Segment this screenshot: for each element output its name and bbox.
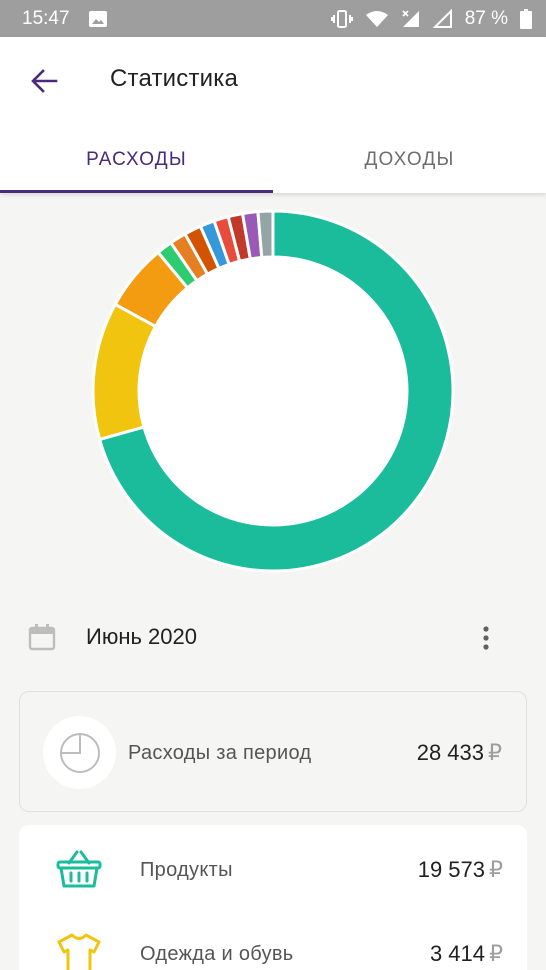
donut-slice-11[interactable]: [256, 209, 275, 260]
pie-chart-icon: [59, 732, 100, 773]
vibrate-icon: [330, 9, 353, 29]
wifi-icon: [365, 10, 389, 28]
donut-center: [140, 258, 406, 524]
image-notification-icon: [88, 10, 108, 28]
calendar-icon: [28, 623, 56, 656]
page-title: Статистика: [110, 65, 239, 92]
signal-off-icon: [401, 9, 421, 29]
category-currency: ₽: [489, 941, 503, 966]
category-amount: 3 414 ₽: [430, 941, 503, 967]
signal-icon: [432, 8, 453, 29]
tab-bar: РАСХОДЫ ДОХОДЫ: [0, 127, 546, 193]
period-selector[interactable]: Июнь 2020: [0, 606, 546, 668]
status-time: 15:47: [22, 7, 70, 29]
expenses-donut-chart: [0, 193, 546, 593]
tab-expenses-label: РАСХОДЫ: [86, 149, 187, 170]
category-label: Одежда и обувь: [140, 943, 294, 965]
tab-income-label: ДОХОДЫ: [364, 149, 455, 170]
total-amount: 28 433 ₽: [417, 740, 502, 766]
period-label: Июнь 2020: [86, 624, 197, 649]
tab-indicator: [0, 190, 273, 193]
basket-icon: [53, 847, 105, 891]
more-vert-icon: [483, 626, 489, 650]
tab-expenses[interactable]: РАСХОДЫ: [0, 127, 273, 193]
more-options-button[interactable]: [470, 620, 502, 656]
battery-icon: [520, 8, 532, 29]
total-amount-value: 28 433: [416, 740, 484, 765]
list-item[interactable]: Одежда и обувь 3 414 ₽: [19, 913, 527, 970]
category-list: Продукты 19 573 ₽ Одежда и обувь 3 414 ₽: [19, 825, 527, 970]
back-button[interactable]: [24, 61, 64, 101]
category-currency: ₽: [489, 857, 503, 882]
total-label: Расходы за период: [128, 742, 312, 764]
total-icon-circle: [43, 716, 116, 789]
category-amount: 19 573 ₽: [418, 857, 503, 883]
battery-percent: 87 %: [464, 7, 508, 29]
app-bar: Статистика РАСХОДЫ ДОХОДЫ: [0, 37, 546, 193]
tab-income[interactable]: ДОХОДЫ: [273, 127, 546, 193]
category-label: Продукты: [140, 859, 233, 881]
donut-svg: [91, 209, 455, 573]
status-bar: 15:47 87 %: [0, 0, 546, 37]
arrow-back-icon: [31, 69, 58, 93]
category-amount-value: 3 414: [429, 941, 485, 966]
category-amount-value: 19 573: [417, 857, 485, 882]
total-currency: ₽: [488, 740, 502, 765]
period-total-card: Расходы за период 28 433 ₽: [19, 691, 527, 812]
tshirt-icon: [53, 931, 105, 970]
list-item[interactable]: Продукты 19 573 ₽: [19, 829, 527, 909]
